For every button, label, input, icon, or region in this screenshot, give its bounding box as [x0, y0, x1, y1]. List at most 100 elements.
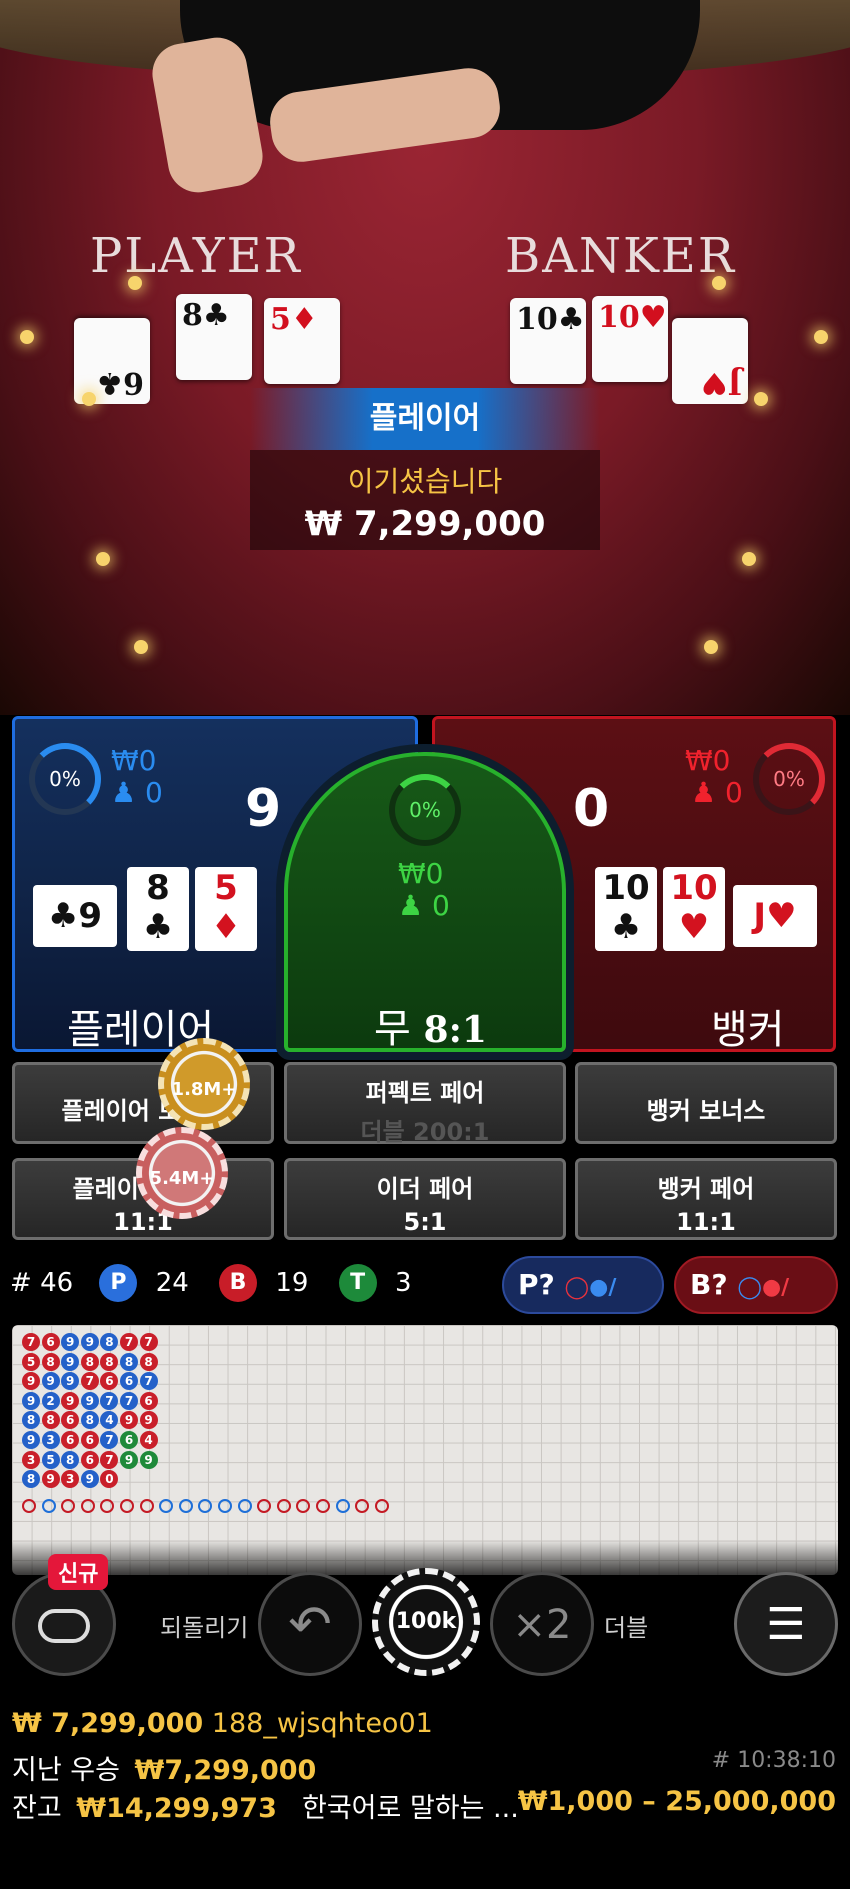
player-pair-chip: 5.4M+ [136, 1127, 228, 1219]
banker-pair-bet[interactable]: 뱅커 페어 11:1 [575, 1158, 837, 1240]
bead-road-cell: 7 [120, 1391, 138, 1410]
bead-road-cell: 9 [120, 1450, 138, 1469]
person-icon: ♟ [398, 889, 424, 922]
bead-road-cell: 6 [80, 1450, 99, 1469]
bead-road-cell: 9 [120, 1411, 138, 1430]
video-player-card-1: 6♣ [74, 318, 150, 404]
sparkle [20, 330, 34, 344]
big-road-cell [355, 1499, 370, 1513]
player-bettor-count: ♟ 0 [111, 776, 163, 809]
big-road-cell [276, 1499, 291, 1513]
tie-count-badge: T [338, 1264, 377, 1302]
table-icon [38, 1609, 90, 1643]
bead-road-cell: 8 [80, 1352, 99, 1371]
double-label: 더블 [604, 1614, 649, 1642]
perfect-pair-bet[interactable]: 퍼펙트 페어 더블 200:1 [284, 1062, 566, 1146]
either-pair-label: 이더 페어 [376, 1175, 474, 1203]
player-bonus-chip: 1.8M+ [158, 1038, 250, 1130]
bead-road-cell: 9 [139, 1411, 158, 1430]
balance-label: 잔고 [12, 1793, 62, 1824]
big-road-cell [178, 1499, 193, 1513]
roadmap[interactable]: 7699877589888899976679299776886849993667… [12, 1325, 838, 1575]
banker-bettor-count: ♟ 0 [691, 776, 743, 809]
video-banker-card-2: 10♥ [592, 296, 668, 382]
chip-selector[interactable]: 100k [372, 1568, 480, 1676]
player-wins-count: 24 [155, 1268, 189, 1298]
bead-road-cell: 9 [61, 1352, 80, 1371]
big-road-cell [374, 1499, 389, 1513]
result-banner: 플레이어 [250, 388, 600, 450]
undo-label: 되돌리기 [160, 1614, 249, 1642]
banker-bonus-bet[interactable]: 뱅커 보너스 [575, 1062, 837, 1144]
shoe-stats: # 46 P 24 B 19 T 3 [10, 1264, 411, 1302]
bead-road-cell: 8 [80, 1411, 99, 1430]
banker-predict-label: B? [690, 1268, 728, 1301]
person-icon: ♟ [691, 776, 717, 809]
prev-win-amount: ₩7,299,000 [134, 1755, 317, 1786]
bead-road-cell: 9 [22, 1431, 40, 1449]
slash-icon: ∕ [608, 1275, 617, 1300]
bead-road-cell: 9 [22, 1372, 40, 1391]
big-road-cell [80, 1499, 95, 1513]
table-label-banker: BANKER [505, 228, 736, 284]
slash-icon: ∕ [781, 1275, 790, 1300]
tie-total-amount: ₩0 [398, 857, 444, 890]
bead-road-cell: 7 [120, 1333, 138, 1351]
bead-road-cell: 2 [41, 1391, 60, 1410]
big-road-cell [335, 1499, 350, 1513]
sparkle [754, 392, 768, 406]
player-predict-button[interactable]: P? ◯●∕ [502, 1256, 664, 1314]
either-pair-payout: 5:1 [403, 1208, 447, 1236]
banker-predict-button[interactable]: B? ◯●∕ [674, 1256, 838, 1314]
video-banker-card-1: 10♣ [510, 298, 586, 384]
bead-road-cell: 6 [139, 1391, 158, 1410]
double-button[interactable]: ×2 [490, 1572, 594, 1676]
hamburger-icon: ☰ [766, 1599, 806, 1650]
selected-chip-value: 100k [395, 1609, 457, 1634]
player-percent-ring: 0% [29, 743, 101, 815]
bead-road-cell: 8 [139, 1352, 158, 1371]
dot-icon: ● [589, 1275, 609, 1300]
last-win-amount: ₩ 7,299,000 [12, 1708, 204, 1739]
table-name[interactable]: 한국어로 말하는 ... [302, 1786, 519, 1825]
bead-road-cell: 8 [100, 1333, 119, 1351]
banker-percent: 0% [773, 767, 805, 791]
player-predict-label: P? [518, 1268, 555, 1301]
bead-road-cell: 7 [100, 1391, 119, 1410]
tie-bet-spot[interactable]: 0% ₩0 ♟ 0 무 8:1 [284, 752, 566, 1052]
bet-limits[interactable]: ₩1,000 – 25,000,000 [518, 1786, 836, 1817]
banker-total-amount: ₩0 [685, 744, 731, 777]
tie-percent-ring: 0% [389, 774, 461, 846]
banker-card-3: J♥ [733, 885, 817, 947]
table-label-player: PLAYER [90, 228, 302, 284]
big-road-cell [257, 1499, 272, 1513]
banker-bet-title: 뱅커 [711, 1007, 785, 1053]
big-road-cell [159, 1499, 174, 1513]
bead-road-cell: 6 [120, 1372, 138, 1391]
ring-icon: ◯ [564, 1275, 590, 1300]
player-card-3: 5 ♦ [195, 867, 257, 951]
bead-road-cell: 6 [80, 1431, 99, 1449]
menu-button[interactable]: ☰ [734, 1572, 838, 1676]
video-player-card-3: 5♦ [264, 298, 340, 384]
sparkle [742, 552, 756, 566]
player-pair-payout: 11:1 [113, 1208, 173, 1236]
banker-pair-label: 뱅커 페어 [657, 1175, 755, 1203]
bead-road-cell: 9 [80, 1470, 99, 1489]
banker-pair-payout: 11:1 [676, 1208, 736, 1236]
tie-title: 무 8:1 [374, 1006, 487, 1052]
winner-username: 188_wjsqhteo01 [211, 1708, 433, 1739]
bead-road-cell: 9 [22, 1391, 40, 1410]
either-pair-bet[interactable]: 이더 페어 5:1 [284, 1158, 566, 1240]
undo-button[interactable]: ↶ [258, 1572, 362, 1676]
bead-road-cell: 9 [80, 1333, 99, 1351]
bead-road-cell: 7 [100, 1431, 119, 1449]
bead-road-cell: 8 [120, 1352, 138, 1371]
win-label: 이기셨습니다 [347, 465, 503, 498]
sparkle [704, 640, 718, 654]
prev-win-label: 지난 우승 [12, 1755, 120, 1786]
bead-road-cell: 7 [139, 1372, 158, 1391]
perfect-pair-payout: 더블 200:1 [360, 1118, 490, 1146]
prev-win-line: 지난 우승 ₩7,299,000 [12, 1748, 316, 1787]
bead-road-cell: 6 [41, 1333, 60, 1351]
